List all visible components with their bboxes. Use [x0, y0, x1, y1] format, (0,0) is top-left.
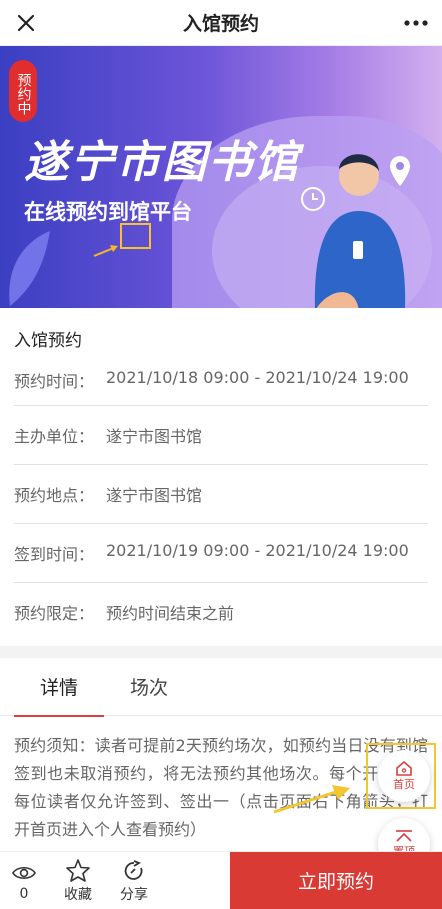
favorite-button[interactable]: 收藏 [64, 858, 92, 904]
tab-bar: 详情 场次 [0, 658, 442, 717]
page-title: 入馆预约 [182, 13, 259, 35]
share-label: 分享 [120, 886, 148, 903]
info-label: 主办单位： [14, 427, 95, 446]
leaf-icon [9, 231, 50, 306]
view-count: 0 [12, 860, 36, 902]
highlight-box [120, 223, 151, 249]
event-info: 入馆预约 预约时间： 2021/10/18 09:00 - 2021/10/24… [0, 308, 442, 646]
info-value: 预约时间结束之前 [106, 604, 235, 623]
top-nav-bar: 入馆预约 [0, 0, 442, 46]
info-row-organizer: 主办单位： 遂宁市图书馆 [14, 406, 428, 465]
bottom-action-bar: 0 收藏 分享 立即预约 [0, 851, 442, 909]
banner-title: 遂宁市图书馆 [24, 137, 300, 188]
info-row-location: 预约地点： 遂宁市图书馆 [14, 465, 428, 524]
eye-icon [12, 860, 36, 886]
banner-image: 预约中 遂宁市图书馆 在线预约到馆平台 [0, 46, 442, 308]
tab-sessions[interactable]: 场次 [104, 658, 194, 716]
home-icon [396, 760, 412, 776]
view-count-value: 0 [19, 885, 29, 902]
info-value: 遂宁市图书馆 [106, 486, 203, 505]
section-divider [0, 646, 442, 658]
star-icon [66, 858, 90, 884]
banner-subtitle: 在线预约到馆平台 [24, 200, 192, 224]
event-heading: 入馆预约 [14, 331, 82, 351]
share-icon [123, 858, 145, 884]
bottom-actions: 0 收藏 分享 [0, 852, 230, 909]
reserve-now-button[interactable]: 立即预约 [230, 852, 442, 909]
info-label: 预约限定： [14, 604, 95, 623]
info-label: 预约地点： [14, 486, 95, 505]
info-row-limit: 预约限定： 预约时间结束之前 [14, 583, 428, 646]
tab-details[interactable]: 详情 [14, 658, 105, 717]
close-icon[interactable] [12, 9, 40, 37]
clock-icon [301, 187, 325, 211]
share-button[interactable]: 分享 [120, 858, 148, 904]
arrow-icon [273, 785, 350, 814]
favorite-label: 收藏 [64, 886, 92, 903]
status-badge: 预约中 [9, 60, 37, 122]
info-label: 预约时间： [14, 372, 95, 391]
info-value: 2021/10/19 09:00 - 2021/10/24 19:00 [106, 541, 409, 560]
arrow-icon [93, 245, 118, 257]
home-button[interactable]: 首页 [378, 750, 430, 802]
info-value: 2021/10/18 09:00 - 2021/10/24 19:00 [106, 368, 409, 387]
info-label: 签到时间： [14, 545, 95, 564]
location-pin-icon [390, 156, 410, 186]
info-value: 遂宁市图书馆 [106, 427, 203, 446]
info-row-checkin: 签到时间： 2021/10/19 09:00 - 2021/10/24 19:0… [14, 524, 428, 583]
info-row-time: 预约时间： 2021/10/18 09:00 - 2021/10/24 19:0… [14, 355, 428, 406]
more-icon[interactable] [402, 9, 430, 37]
arrow-up-icon [396, 830, 412, 842]
home-label: 首页 [393, 778, 415, 791]
